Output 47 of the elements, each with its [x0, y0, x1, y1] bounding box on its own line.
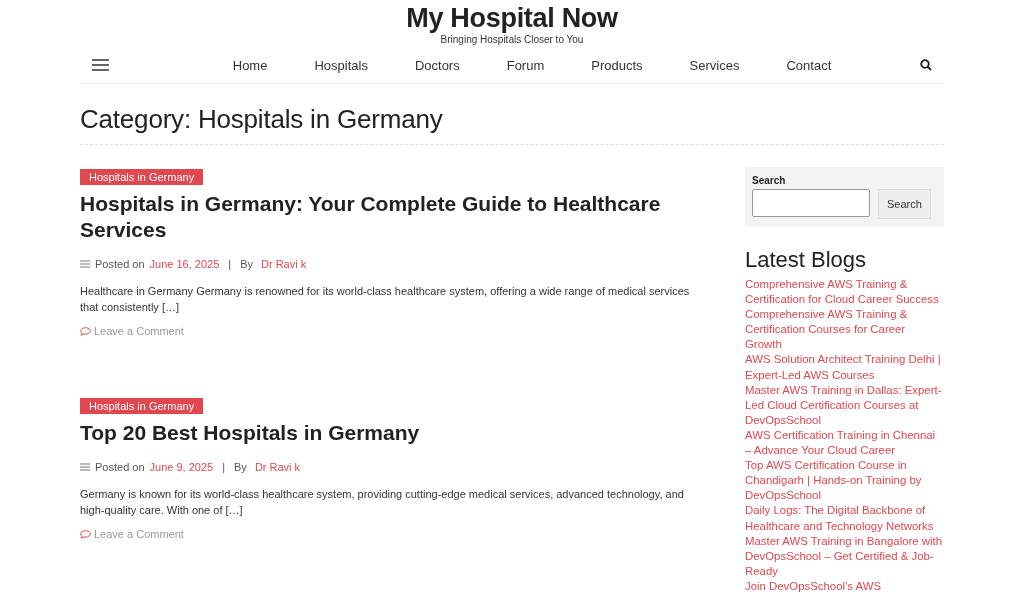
list-icon	[80, 463, 90, 471]
comment-icon	[80, 529, 91, 539]
blog-link[interactable]: Master AWS Training in Bangalore with DevOpsSchool – Get Certified & Job-Ready	[745, 533, 944, 579]
post-excerpt: Germany is known for its world-class healthcare system, providing cutting-edge medical services, advanced technology, and high-quality care. With one of […]	[80, 487, 685, 518]
search-icon[interactable]	[920, 59, 932, 71]
blog-link[interactable]: AWS Certification Training in Chennai – Advance Your Cloud Career	[745, 427, 944, 459]
nav-link[interactable]: Services	[689, 57, 740, 73]
post-title[interactable]: Top 20 Best Hospitals in Germany	[80, 420, 705, 446]
blog-link[interactable]: AWS Solution Architect Training Delhi | Expert-Led AWS Courses	[745, 352, 944, 383]
by-label: By	[234, 461, 247, 473]
site-tagline: Bringing Hospitals Closer to You	[440, 34, 584, 45]
blog-link[interactable]: Master AWS Training in Dallas: Expert-Led Cloud Certification Courses at DevOpsSchool	[745, 382, 944, 428]
latest-blogs-heading: Latest Blogs	[745, 247, 868, 273]
meta-separator: |	[222, 461, 226, 473]
comment-link[interactable]: Leave a Comment	[94, 325, 184, 337]
nav-link[interactable]: Forum	[506, 57, 545, 73]
blog-link[interactable]: Daily Logs: The Digital Backbone of Healthcare and Technology Networks	[745, 503, 944, 534]
blog-link[interactable]: Comprehensive AWS Training & Certification for Cloud Career Success	[745, 277, 944, 308]
search-field[interactable]	[752, 189, 870, 217]
post-date[interactable]: June 9, 2025	[149, 461, 214, 473]
page-title: Category: Hospitals in Germany	[80, 84, 944, 145]
blog-link[interactable]: Join DevOpsSchool’s AWS	[745, 578, 944, 594]
blog-link[interactable]: Top AWS Certification Course in Chandigarh | Hands-on Training by DevOpsSchool	[745, 458, 944, 504]
author-link[interactable]: Dr Ravi k	[254, 461, 301, 473]
nav-link[interactable]: Products	[591, 57, 643, 73]
nav-link[interactable]: Contact	[786, 57, 832, 73]
blog-link[interactable]: Comprehensive AWS Training & Certification Courses for Career Growth	[745, 307, 944, 353]
category-tag[interactable]: Hospitals in Germany	[80, 169, 204, 185]
search-label: Search	[752, 175, 787, 186]
post-excerpt: Healthcare in Germany Germany is renowned for its world-class healthcare system, offering a wide range of medical services that consistently […]	[80, 284, 691, 315]
category-tag[interactable]: Hospitals in Germany	[80, 398, 204, 414]
post-title[interactable]: Hospitals in Germany: Your Complete Guide to Healthcare Services	[80, 191, 705, 243]
nav-link[interactable]: Home	[232, 57, 268, 73]
author-link[interactable]: Dr Ravi k	[261, 258, 307, 270]
by-label: By	[240, 258, 253, 270]
comment-link[interactable]: Leave a Comment	[94, 528, 184, 540]
posted-label: Posted on	[95, 461, 145, 473]
menu-icon[interactable]	[92, 59, 109, 71]
search-button[interactable]: Search	[878, 189, 931, 219]
site-title[interactable]: My Hospital Now	[406, 2, 618, 34]
posted-label: Posted on	[95, 258, 145, 270]
list-icon	[80, 260, 90, 268]
meta-separator: |	[228, 258, 232, 270]
post-date[interactable]: June 16, 2025	[149, 258, 220, 270]
nav-link[interactable]: Doctors	[414, 57, 460, 73]
nav-link[interactable]: Hospitals	[314, 57, 368, 73]
comment-icon	[80, 326, 91, 336]
